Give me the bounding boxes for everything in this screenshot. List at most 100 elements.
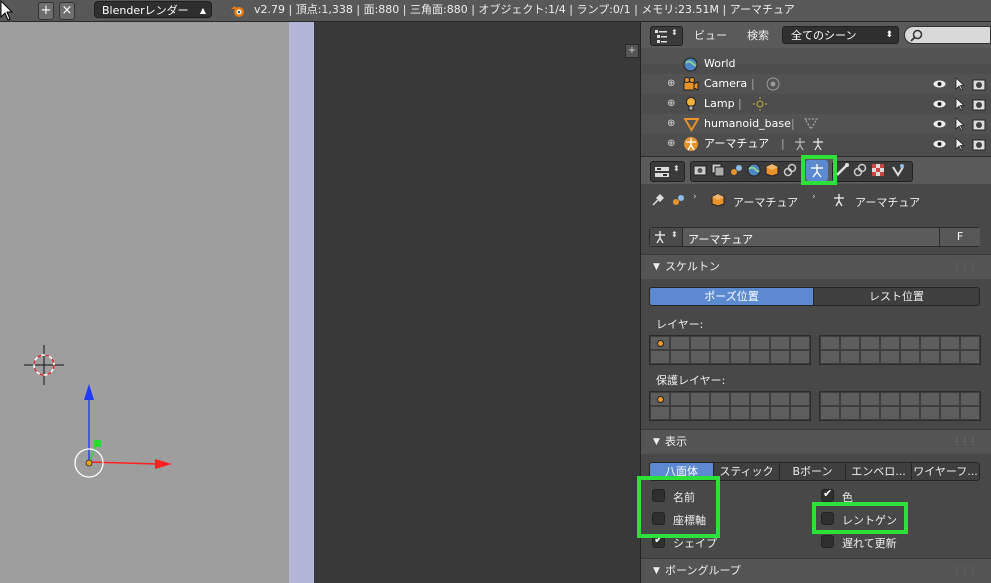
cursor-select-icon[interactable] <box>954 137 965 151</box>
colors-checkbox[interactable]: ✔ <box>821 487 834 502</box>
pose-position-button[interactable]: ポーズ位置 <box>649 287 814 306</box>
eye-icon[interactable] <box>933 138 946 150</box>
delay-refresh-checkbox[interactable] <box>821 535 834 548</box>
drag-handle-icon[interactable]: ⋮⋮⋮ <box>953 430 977 454</box>
viewport-canvas[interactable] <box>0 22 289 583</box>
search-input[interactable] <box>904 26 991 44</box>
armature-datablock-field[interactable]: ⬍ アーマチュア F <box>649 227 980 247</box>
transform-manipulator-icon <box>74 384 172 478</box>
scene-statistics: v2.79 | 頂点:1,338 | 面:880 | 三角面:880 | オブジ… <box>254 3 795 16</box>
skeleton-panel-title: スケルトン <box>665 260 720 273</box>
armature-data-icon <box>795 138 805 151</box>
updown-arrow-icon: ⬍ <box>671 230 678 239</box>
render-engine-select[interactable]: Blenderレンダー ▲ <box>94 1 212 18</box>
render-tab-icon[interactable] <box>693 163 707 177</box>
protected-layers-grid-right[interactable] <box>819 391 981 421</box>
bone-constraints-tab-icon[interactable] <box>853 163 867 177</box>
list-item-humanoid-base[interactable]: ⊕ humanoid_base | <box>641 114 991 134</box>
datablock-name[interactable]: アーマチュア <box>688 231 753 247</box>
drag-handle-icon[interactable]: ⋮⋮⋮ <box>953 559 977 583</box>
armature-icon <box>684 137 698 151</box>
list-item-armature[interactable]: ⊕ アーマチュア | <box>641 134 991 154</box>
list-item-lamp[interactable]: ⊕ Lamp | <box>641 94 991 114</box>
eye-icon[interactable] <box>933 78 946 90</box>
collapse-arrow-icon: ▼ <box>653 566 660 576</box>
layers-grid-right[interactable] <box>819 335 981 365</box>
layers-grid-left[interactable] <box>649 335 811 365</box>
active-layer-dot <box>657 396 664 403</box>
search-icon <box>910 29 923 42</box>
list-item-label: Lamp <box>704 97 735 110</box>
skeleton-panel-header[interactable]: ▼ スケルトン ⋮⋮⋮ <box>641 254 991 279</box>
render-camera-icon[interactable] <box>972 117 986 131</box>
active-layer-dot <box>657 340 664 347</box>
3d-cursor-icon <box>24 345 64 385</box>
menu-view[interactable]: ビュー <box>694 27 727 43</box>
3d-viewport[interactable] <box>0 22 289 583</box>
bone-groups-panel-header[interactable]: ▼ ボーングループ ⋮⋮⋮ <box>641 558 991 583</box>
mesh-icon <box>684 118 699 132</box>
cursor-select-icon[interactable] <box>954 117 965 131</box>
render-camera-icon[interactable] <box>972 77 986 91</box>
eye-icon[interactable] <box>933 98 946 110</box>
checkmark-icon: ✔ <box>823 487 833 500</box>
list-item-label: World <box>704 57 736 70</box>
add-screen-button[interactable]: + <box>38 2 54 20</box>
delete-screen-button[interactable]: × <box>59 2 75 20</box>
rest-position-button[interactable]: レスト位置 <box>813 287 980 306</box>
updown-arrow-icon: ▲ <box>199 6 206 15</box>
cursor-select-icon[interactable] <box>954 97 965 111</box>
physics-tab-icon[interactable] <box>891 163 905 177</box>
render-layers-tab-icon[interactable] <box>711 163 725 177</box>
list-item-world[interactable]: World <box>641 54 991 74</box>
display-tab-bbone[interactable]: Bボーン <box>779 462 846 481</box>
breadcrumb-object: アーマチュア <box>733 196 799 209</box>
display-mode-select[interactable]: 全てのシーン ⬍ <box>782 26 899 44</box>
highlight-box-armature-tab <box>801 155 837 185</box>
protected-layers-grid-left[interactable] <box>649 391 811 421</box>
render-camera-icon[interactable] <box>972 137 986 151</box>
drag-handle-icon[interactable]: ⋮⋮⋮ <box>953 255 977 279</box>
material-tab-icon[interactable] <box>871 163 885 177</box>
eye-icon[interactable] <box>933 118 946 130</box>
display-tab-wire[interactable]: ワイヤーフ... <box>911 462 980 481</box>
area-split-icon[interactable]: + <box>625 44 639 58</box>
display-tab-envelope[interactable]: エンベロ... <box>845 462 912 481</box>
fake-user-button[interactable]: F <box>939 228 980 246</box>
world-tab-icon[interactable] <box>747 163 761 177</box>
datablock-browse-button[interactable]: ⬍ <box>650 228 683 246</box>
collapse-arrow-icon: ▼ <box>653 437 660 447</box>
constraints-tab-icon[interactable] <box>783 163 797 177</box>
pin-icon[interactable] <box>651 193 665 207</box>
empty-editor-area[interactable] <box>314 22 639 583</box>
bone-tab-icon[interactable] <box>835 163 849 177</box>
expand-icon[interactable]: ⊕ <box>667 74 675 94</box>
breadcrumb-data: アーマチュア <box>855 196 921 209</box>
display-tab-stick[interactable]: スティック <box>713 462 780 481</box>
updown-arrow-icon: ⬍ <box>885 30 893 40</box>
world-icon <box>683 57 698 72</box>
expand-icon[interactable]: ⊕ <box>667 134 675 154</box>
list-item-camera[interactable]: ⊕ Camera | <box>641 74 991 94</box>
editor-type-button[interactable]: ⬍ <box>650 26 683 46</box>
expand-icon[interactable]: ⊕ <box>667 114 675 134</box>
scene-tab-icon[interactable] <box>729 163 743 177</box>
armature-icon <box>655 231 665 244</box>
bone-groups-panel-title: ボーングループ <box>665 564 741 577</box>
display-mode-label: 全てのシーン <box>791 29 857 42</box>
expand-icon[interactable]: ⊕ <box>667 94 675 114</box>
outliner-icon <box>655 30 667 43</box>
outliner-header: ⬍ ビュー 検索 全てのシーン ⬍ <box>641 22 991 48</box>
object-tab-icon[interactable] <box>765 163 779 177</box>
scene-icon <box>673 195 684 205</box>
editor-type-button[interactable]: ⬍ <box>650 161 685 182</box>
chevron-right-icon: › <box>693 192 697 202</box>
updown-arrow-icon: ⬍ <box>671 28 678 37</box>
menu-search[interactable]: 検索 <box>747 27 769 43</box>
separator: | <box>738 97 742 110</box>
camera-icon <box>683 77 699 91</box>
display-panel-header[interactable]: ▼ 表示 ⋮⋮⋮ <box>641 429 991 454</box>
blender-logo-icon <box>231 6 244 17</box>
render-camera-icon[interactable] <box>972 97 986 111</box>
cursor-select-icon[interactable] <box>954 77 965 91</box>
